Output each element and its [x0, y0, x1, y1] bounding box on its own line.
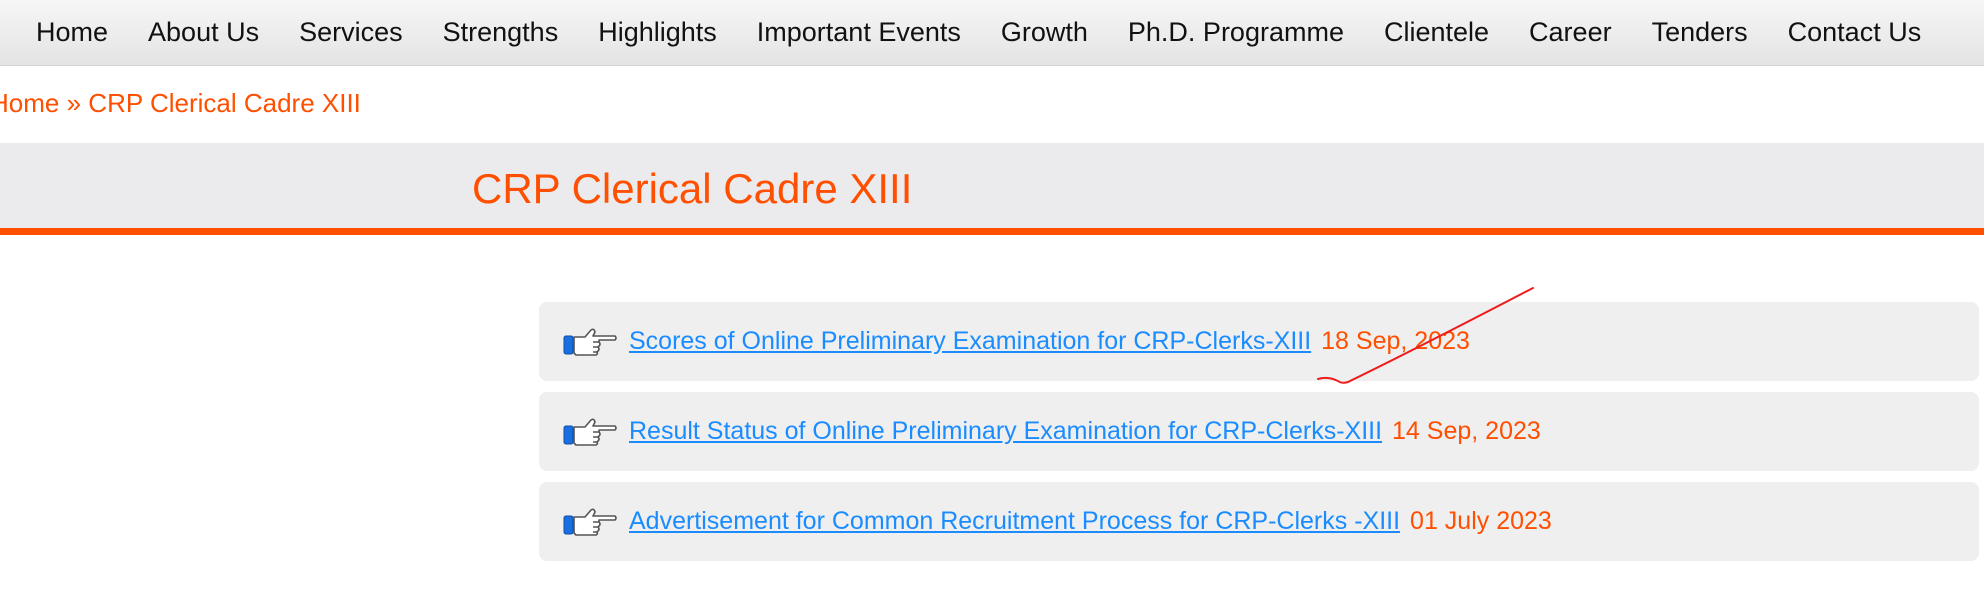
- notice-link-result-status[interactable]: Result Status of Online Preliminary Exam…: [629, 417, 1382, 446]
- breadcrumb-current: CRP Clerical Cadre XIII: [88, 88, 361, 118]
- list-item: Result Status of Online Preliminary Exam…: [539, 392, 1979, 471]
- pointing-hand-icon: [563, 418, 617, 446]
- breadcrumb-separator: »: [66, 88, 82, 118]
- notice-list: Scores of Online Preliminary Examination…: [539, 302, 1979, 572]
- nav-contact-us[interactable]: Contact Us: [1768, 17, 1942, 48]
- notice-link-advertisement[interactable]: Advertisement for Common Recruitment Pro…: [629, 507, 1400, 536]
- notice-date: 14 Sep, 2023: [1392, 417, 1541, 445]
- nav-tenders[interactable]: Tenders: [1632, 17, 1768, 48]
- nav-home[interactable]: Home: [16, 17, 128, 48]
- red-checkmark-annotation: [1317, 287, 1534, 384]
- nav-highlights[interactable]: Highlights: [578, 17, 737, 48]
- notice-date: 01 July 2023: [1410, 507, 1552, 535]
- nav-about-us[interactable]: About Us: [128, 17, 279, 48]
- page-title: CRP Clerical Cadre XIII: [472, 165, 913, 212]
- breadcrumb-home-link[interactable]: Home: [0, 88, 59, 118]
- title-band: CRP Clerical Cadre XIII: [0, 143, 1984, 228]
- nav-career[interactable]: Career: [1509, 17, 1632, 48]
- nav-phd-programme[interactable]: Ph.D. Programme: [1108, 17, 1364, 48]
- nav-strengths[interactable]: Strengths: [423, 17, 579, 48]
- pointing-hand-icon: [563, 508, 617, 536]
- notice-link-scores[interactable]: Scores of Online Preliminary Examination…: [629, 327, 1311, 356]
- list-item: Scores of Online Preliminary Examination…: [539, 302, 1979, 381]
- top-navigation: Home About Us Services Strengths Highlig…: [0, 0, 1984, 66]
- nav-growth[interactable]: Growth: [981, 17, 1108, 48]
- pointing-hand-icon: [563, 328, 617, 356]
- nav-services[interactable]: Services: [279, 17, 423, 48]
- nav-clientele[interactable]: Clientele: [1364, 17, 1509, 48]
- title-divider: [0, 228, 1984, 235]
- list-item: Advertisement for Common Recruitment Pro…: [539, 482, 1979, 561]
- nav-important-events[interactable]: Important Events: [737, 17, 981, 48]
- breadcrumb: Home » CRP Clerical Cadre XIII: [0, 88, 361, 119]
- page: Home About Us Services Strengths Highlig…: [0, 0, 1984, 592]
